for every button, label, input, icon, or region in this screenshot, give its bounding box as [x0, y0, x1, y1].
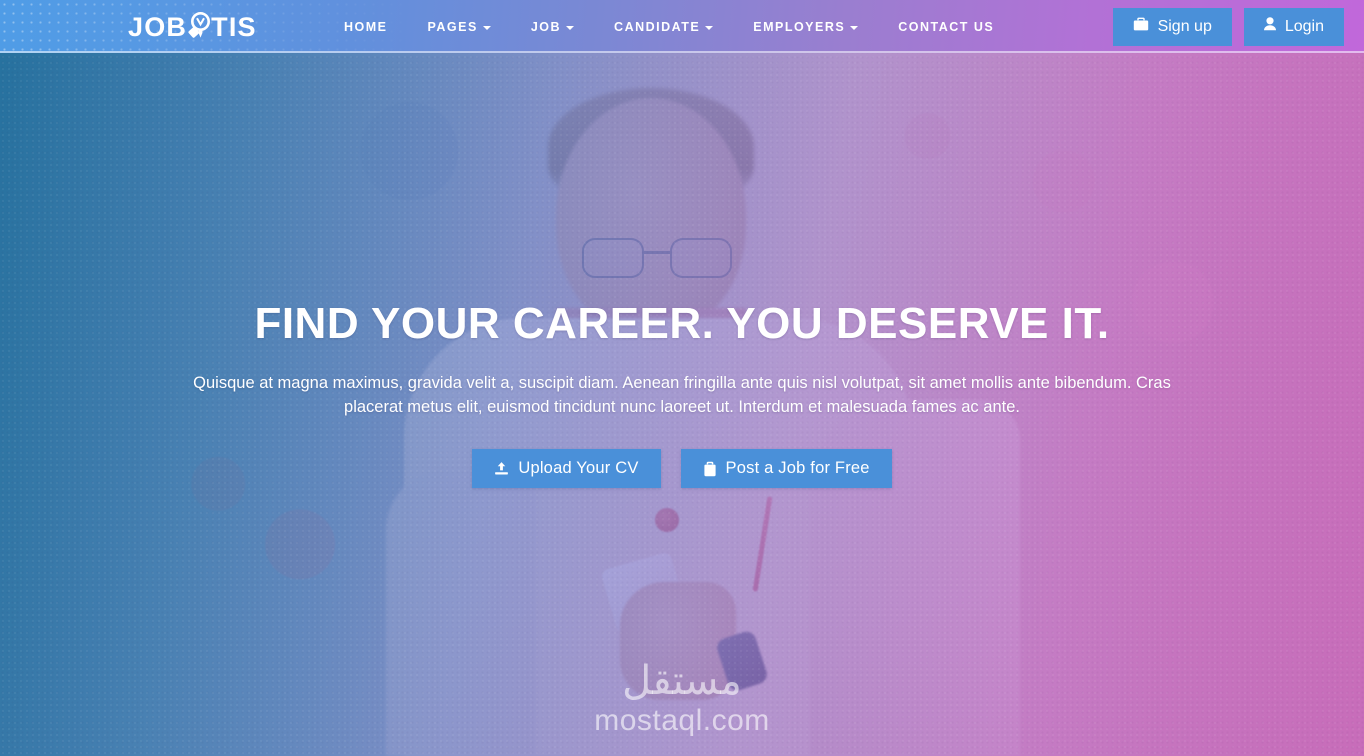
upload-cv-label: Upload Your CV	[518, 459, 639, 478]
upload-icon	[494, 461, 509, 477]
nav-label-home: HOME	[344, 19, 388, 34]
brand-logo[interactable]: JOB TIS	[128, 7, 257, 47]
nav-label-pages: PAGES	[427, 19, 478, 34]
brand-text-first: JOB	[128, 11, 188, 42]
chevron-down-icon	[850, 25, 859, 30]
nav-item-candidate[interactable]: CANDIDATE	[594, 0, 733, 53]
nav-label-contact-us: CONTACT US	[898, 19, 995, 34]
signup-button[interactable]: Sign up	[1112, 7, 1232, 46]
hero-content: FIND YOUR CAREER. YOU DESERVE IT. Quisqu…	[0, 0, 1364, 756]
main-navigation: HOME PAGES JOB CANDIDATE EMPLOYERS CONTA…	[344, 0, 1014, 53]
header-actions: Sign up Login	[1112, 0, 1344, 53]
chevron-down-icon	[482, 25, 491, 30]
signup-label: Sign up	[1157, 17, 1212, 35]
nav-label-candidate: CANDIDATE	[614, 19, 701, 34]
magnifier-bulb-icon	[187, 10, 211, 44]
chevron-down-icon	[705, 25, 714, 30]
nav-item-job[interactable]: JOB	[511, 0, 594, 53]
hero-subtitle: Quisque at magna maximus, gravida velit …	[193, 374, 1171, 416]
nav-item-home[interactable]: HOME	[344, 0, 408, 53]
briefcase-icon	[1133, 17, 1149, 36]
nav-label-job: JOB	[530, 19, 562, 34]
upload-cv-button[interactable]: Upload Your CV	[472, 449, 661, 489]
post-job-button[interactable]: Post a Job for Free	[680, 449, 892, 489]
nav-item-pages[interactable]: PAGES	[408, 0, 511, 53]
login-label: Login	[1284, 17, 1324, 35]
chevron-down-icon	[566, 25, 575, 30]
nav-label-employers: EMPLOYERS	[753, 19, 846, 34]
post-job-label: Post a Job for Free	[725, 459, 870, 478]
nav-item-employers[interactable]: EMPLOYERS	[733, 0, 878, 53]
briefcase-icon	[703, 461, 717, 477]
brand-text-second: TIS	[211, 11, 257, 42]
user-icon	[1263, 16, 1276, 37]
login-button[interactable]: Login	[1243, 7, 1344, 46]
site-header: JOB TIS HOME PAGES JOB CANDIDATE EMPLOYE…	[0, 0, 1364, 53]
nav-item-contact-us[interactable]: CONTACT US	[878, 0, 1014, 53]
hero-action-buttons: Upload Your CV Post a Job for Free	[472, 449, 892, 489]
hero-title: FIND YOUR CAREER. YOU DESERVE IT.	[254, 299, 1110, 348]
